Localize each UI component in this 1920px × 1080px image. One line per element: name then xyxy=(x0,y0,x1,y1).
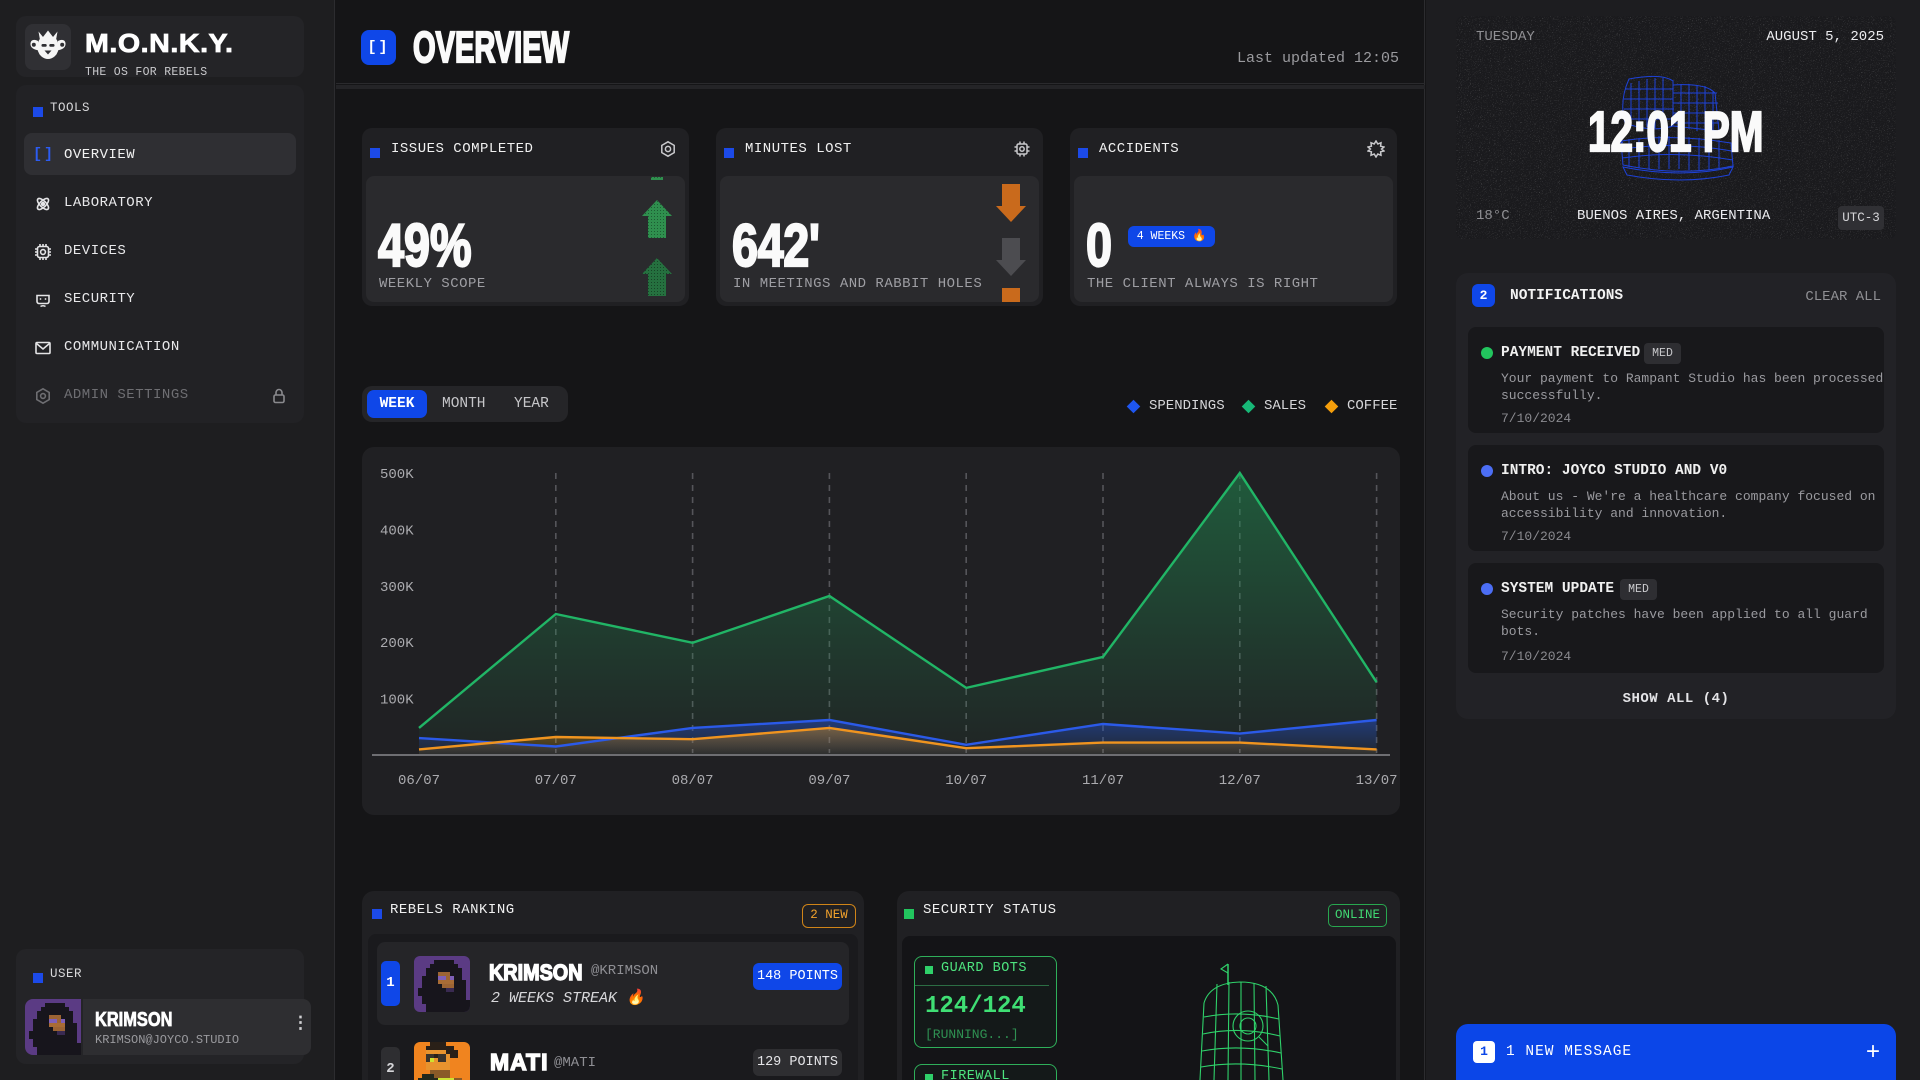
svg-text:09/07: 09/07 xyxy=(808,773,850,789)
svg-text:06/07: 06/07 xyxy=(398,773,440,789)
svg-text:400K: 400K xyxy=(380,523,414,539)
svg-text:100K: 100K xyxy=(380,693,414,709)
svg-text:08/07: 08/07 xyxy=(672,773,714,789)
svg-text:13/07: 13/07 xyxy=(1356,773,1398,789)
svg-text:500K: 500K xyxy=(380,467,414,483)
svg-text:200K: 200K xyxy=(380,636,414,652)
svg-text:300K: 300K xyxy=(380,580,414,596)
svg-text:07/07: 07/07 xyxy=(535,773,577,789)
svg-text:12/07: 12/07 xyxy=(1219,773,1261,789)
svg-text:11/07: 11/07 xyxy=(1082,773,1124,789)
svg-text:10/07: 10/07 xyxy=(945,773,987,789)
